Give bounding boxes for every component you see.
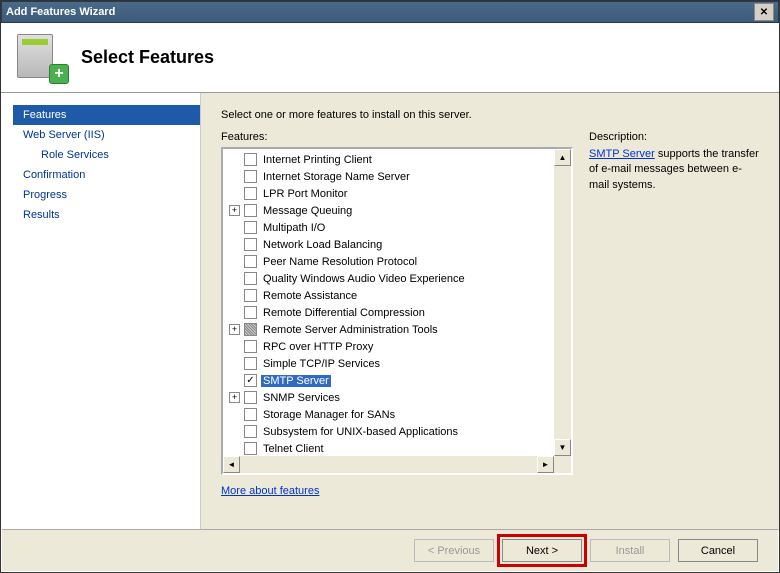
tree-row[interactable]: Internet Storage Name Server [223,168,571,185]
scroll-up-icon[interactable]: ▲ [554,149,571,166]
wizard-header: + Select Features [1,23,779,93]
checkbox[interactable] [244,238,257,251]
checkbox[interactable] [244,289,257,302]
tree-row[interactable]: Telnet Client [223,440,571,457]
scroll-left-icon[interactable]: ◄ [223,456,240,473]
checkbox[interactable] [244,306,257,319]
features-tree[interactable]: Internet Printing Client Internet Storage… [221,147,573,475]
checkbox[interactable] [244,170,257,183]
tree-item-label[interactable]: Multipath I/O [261,222,327,234]
scroll-right-icon[interactable]: ► [537,456,554,473]
tree-item-label[interactable]: Subsystem for UNIX-based Applications [261,426,460,438]
vertical-scrollbar[interactable]: ▲ ▼ [554,149,571,456]
tree-item-label[interactable]: RPC over HTTP Proxy [261,341,375,353]
checkbox[interactable] [244,221,257,234]
tree-item-label[interactable]: Remote Differential Compression [261,307,427,319]
tree-item-label[interactable]: Peer Name Resolution Protocol [261,256,419,268]
tree-item-label[interactable]: LPR Port Monitor [261,188,349,200]
sidebar-item-confirmation[interactable]: Confirmation [13,165,200,185]
server-add-icon: + [17,34,65,82]
sidebar-item-progress[interactable]: Progress [13,185,200,205]
tree-item-label[interactable]: SMTP Server [261,375,331,387]
tree-item-label[interactable]: Internet Printing Client [261,154,374,166]
close-icon[interactable]: ✕ [754,3,774,21]
install-button[interactable]: Install [590,539,670,562]
tree-item-label[interactable]: Network Load Balancing [261,239,384,251]
tree-row[interactable]: + Remote Server Administration Tools [223,321,571,338]
tree-item-label[interactable]: Quality Windows Audio Video Experience [261,273,467,285]
tree-item-label[interactable]: Simple TCP/IP Services [261,358,382,370]
checkbox[interactable] [244,323,257,336]
expand-icon[interactable]: + [229,324,240,335]
checkbox[interactable] [244,255,257,268]
wizard-footer: < Previous Next > Install Cancel [2,529,778,571]
tree-item-label[interactable]: SNMP Services [261,392,342,404]
tree-item-label[interactable]: Message Queuing [261,205,354,217]
sidebar-item-web-server-iis-[interactable]: Web Server (IIS) [13,125,200,145]
tree-row[interactable]: + SNMP Services [223,389,571,406]
titlebar: Add Features Wizard ✕ [1,1,779,23]
description-text: SMTP Server supports the transfer of e-m… [589,147,759,193]
previous-button[interactable]: < Previous [414,539,494,562]
next-button[interactable]: Next > [502,539,582,562]
tree-item-label[interactable]: Remote Server Administration Tools [261,324,440,336]
tree-row[interactable]: Remote Differential Compression [223,304,571,321]
checkbox[interactable] [244,442,257,455]
cancel-button[interactable]: Cancel [678,539,758,562]
tree-row[interactable]: Internet Printing Client [223,151,571,168]
sidebar-item-results[interactable]: Results [13,205,200,225]
tree-row[interactable]: Quality Windows Audio Video Experience [223,270,571,287]
tree-row[interactable]: Network Load Balancing [223,236,571,253]
instruction-text: Select one or more features to install o… [221,109,759,121]
page-title: Select Features [81,47,214,68]
tree-row[interactable]: Peer Name Resolution Protocol [223,253,571,270]
expand-icon[interactable]: + [229,205,240,216]
description-label: Description: [589,131,759,143]
wizard-sidebar: FeaturesWeb Server (IIS)Role ServicesCon… [1,93,201,531]
checkbox[interactable] [244,425,257,438]
checkbox[interactable] [244,408,257,421]
horizontal-scrollbar[interactable]: ◄ ► [223,456,554,473]
tree-row[interactable]: Remote Assistance [223,287,571,304]
tree-item-label[interactable]: Internet Storage Name Server [261,171,412,183]
description-link[interactable]: SMTP Server [589,148,655,160]
tree-row[interactable]: RPC over HTTP Proxy [223,338,571,355]
checkbox[interactable] [244,204,257,217]
checkbox[interactable] [244,187,257,200]
sidebar-item-features[interactable]: Features [13,105,200,125]
tree-row[interactable]: Multipath I/O [223,219,571,236]
tree-item-label[interactable]: Remote Assistance [261,290,359,302]
tree-row[interactable]: Simple TCP/IP Services [223,355,571,372]
tree-item-label[interactable]: Telnet Client [261,443,326,455]
checkbox[interactable] [244,340,257,353]
checkbox[interactable] [244,374,257,387]
tree-row[interactable]: Subsystem for UNIX-based Applications [223,423,571,440]
window-title: Add Features Wizard [6,6,754,18]
tree-row[interactable]: + Message Queuing [223,202,571,219]
checkbox[interactable] [244,153,257,166]
scroll-down-icon[interactable]: ▼ [554,439,571,456]
sidebar-item-role-services[interactable]: Role Services [13,145,200,165]
tree-row[interactable]: LPR Port Monitor [223,185,571,202]
checkbox[interactable] [244,272,257,285]
tree-item-label[interactable]: Storage Manager for SANs [261,409,397,421]
expand-icon[interactable]: + [229,392,240,403]
features-label: Features: [221,131,573,143]
tree-row[interactable]: Storage Manager for SANs [223,406,571,423]
more-about-features-link[interactable]: More about features [221,485,573,497]
main-panel: Select one or more features to install o… [201,93,779,531]
checkbox[interactable] [244,391,257,404]
tree-row[interactable]: SMTP Server [223,372,571,389]
checkbox[interactable] [244,357,257,370]
